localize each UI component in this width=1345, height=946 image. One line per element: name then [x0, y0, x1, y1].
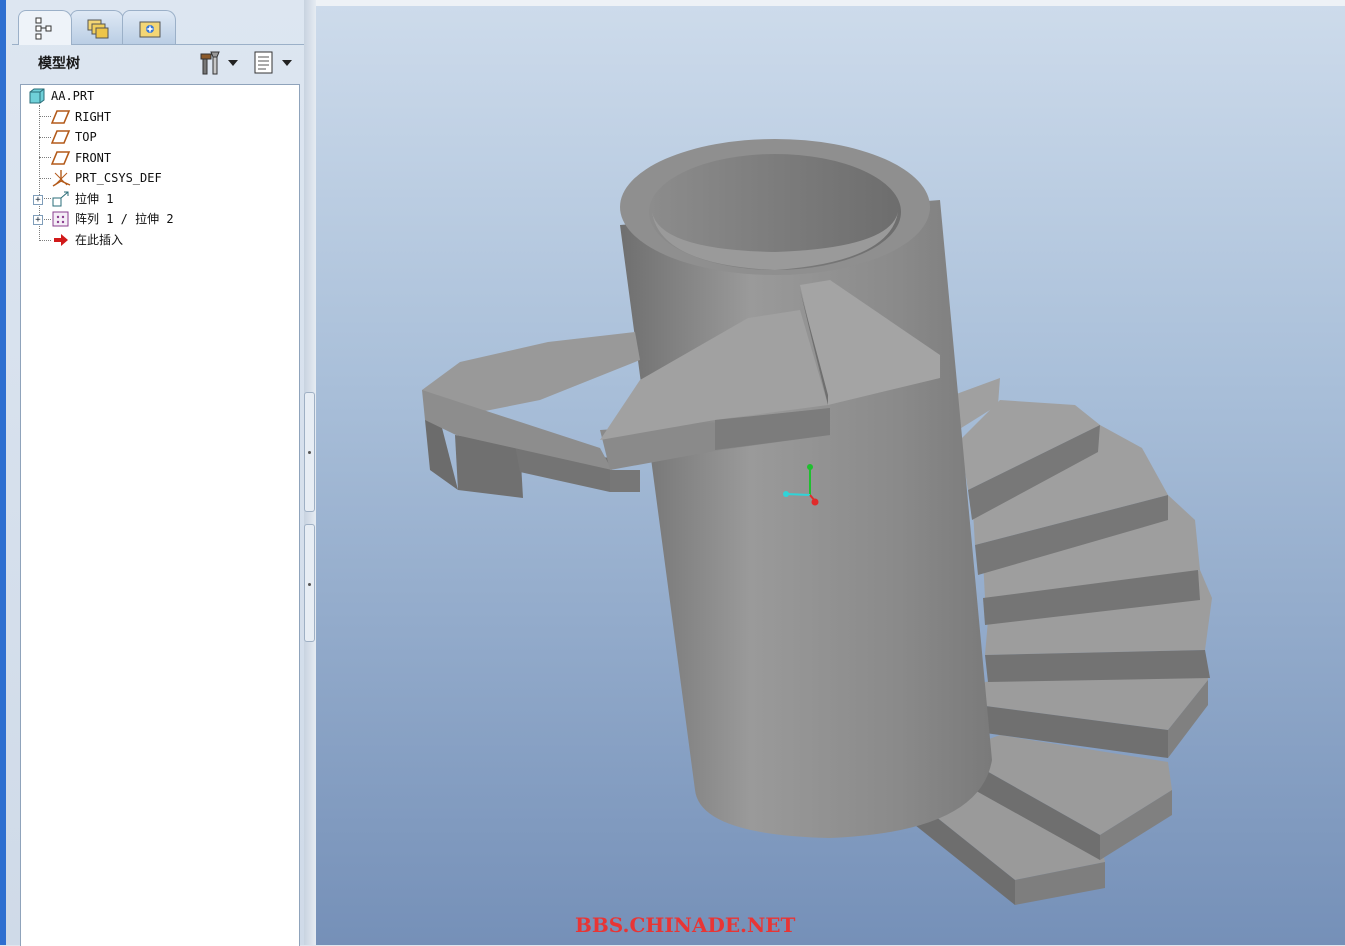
tree-branch — [39, 157, 51, 158]
splitter-grip-lower[interactable] — [304, 524, 315, 642]
csys-icon — [52, 170, 71, 187]
spiral-staircase-model — [422, 139, 1212, 905]
datum-plane-icon — [51, 110, 71, 124]
navigator-panel: 模型树 AA.PRT RIGHT TOP FRONT PRT_CSYS_DEF … — [6, 0, 306, 946]
show-dropdown-button[interactable] — [252, 50, 292, 76]
expand-toggle-pattern[interactable]: + — [33, 215, 43, 225]
tree-branch — [39, 178, 51, 179]
extrude-icon — [52, 191, 69, 207]
central-column — [620, 139, 992, 838]
tab-folder-browser[interactable] — [70, 10, 124, 45]
datum-plane-icon — [51, 130, 71, 144]
watermark-text: BBS.CHINADE.NET — [575, 913, 796, 937]
tree-item-label: 在此插入 — [75, 233, 124, 247]
datum-plane-icon — [51, 151, 71, 165]
tree-item-label: FRONT — [75, 151, 112, 165]
tree-item-label: 阵列 1 / 拉伸 2 — [75, 212, 174, 226]
settings-dropdown-button[interactable] — [200, 50, 240, 76]
splitter-grip-upper[interactable] — [304, 392, 315, 512]
tree-branch — [39, 116, 51, 117]
tree-item-label: TOP — [75, 130, 97, 144]
model-tree: AA.PRT RIGHT TOP FRONT PRT_CSYS_DEF + 拉伸… — [20, 84, 300, 946]
tab-model-tree[interactable] — [18, 10, 72, 45]
tools-icon — [200, 51, 220, 75]
graphics-viewport[interactable] — [316, 6, 1345, 945]
pattern-icon — [52, 211, 69, 227]
tree-item-label: RIGHT — [75, 110, 112, 124]
tree-branch — [39, 240, 51, 241]
insert-here-arrow-icon — [54, 234, 68, 246]
tab-favorites[interactable] — [122, 10, 176, 45]
model-tree-tab-icon — [35, 17, 52, 40]
tree-item-label: PRT_CSYS_DEF — [75, 171, 162, 185]
expand-toggle-extrude[interactable]: + — [33, 195, 43, 205]
tree-branch — [39, 137, 51, 138]
list-icon — [254, 51, 273, 74]
folders-tab-icon — [87, 19, 109, 39]
favorites-tab-icon — [139, 21, 161, 38]
part-icon — [29, 88, 45, 104]
tree-item-label: AA.PRT — [51, 89, 95, 103]
panel-title: 模型树 — [38, 56, 80, 72]
tree-item-label: 拉伸 1 — [75, 192, 114, 206]
